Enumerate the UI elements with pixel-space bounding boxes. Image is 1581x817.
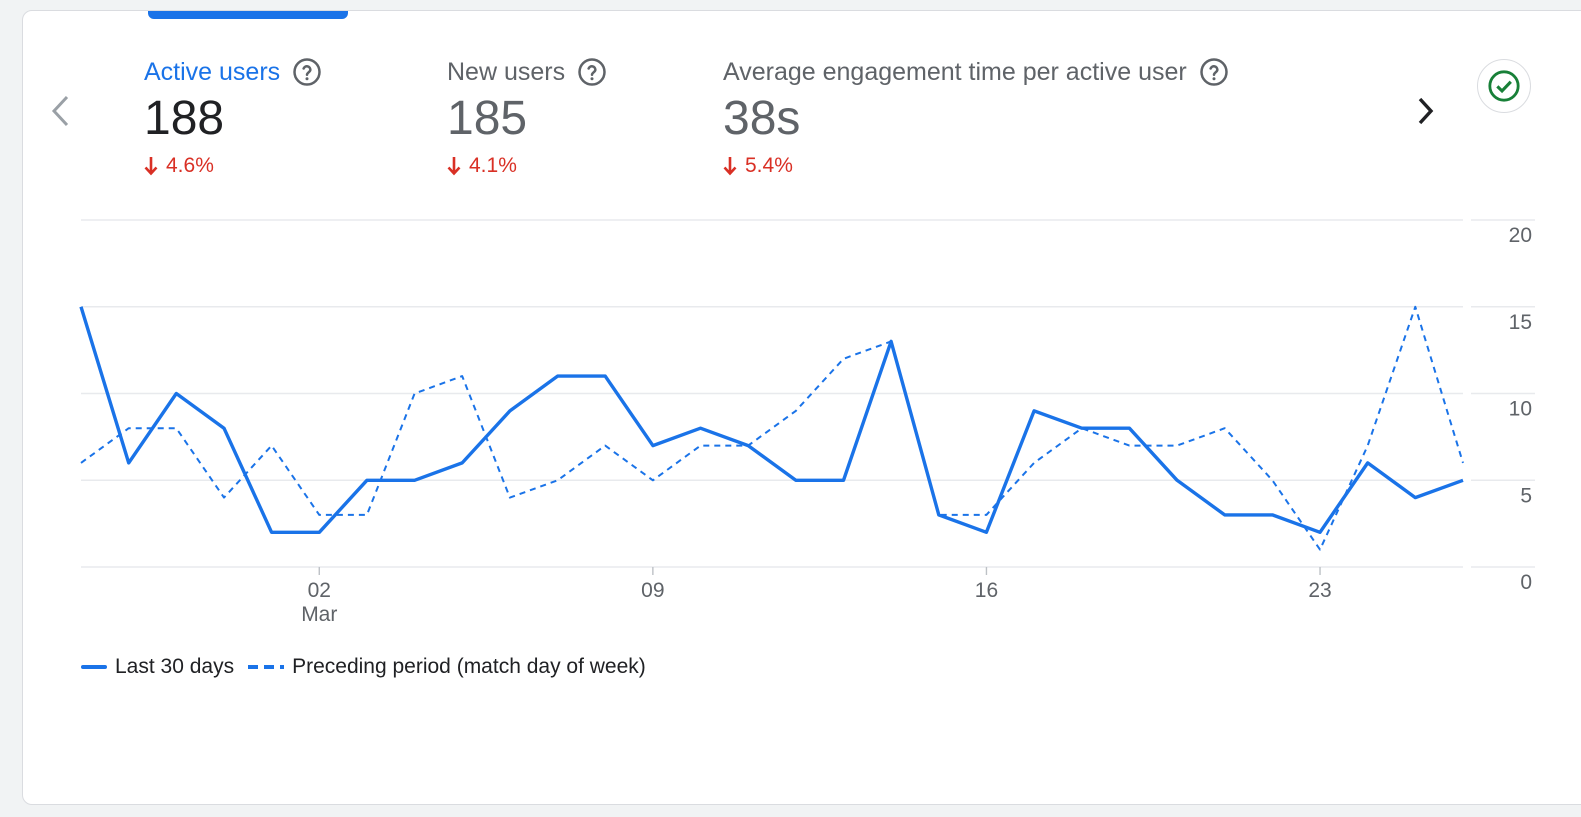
active-users-card: Active users 188 4.6% New users 185 4.1%… [22,10,1581,805]
y-tick-label: 5 [1520,484,1532,507]
x-tick-label: 09 [641,579,664,602]
y-tick-label: 15 [1509,311,1532,334]
chart-legend: Last 30 days Preceding period (match day… [81,655,660,679]
series-line-preceding-period [80,305,1464,551]
x-tick-label: 23 [1308,579,1331,602]
legend-label-previous: Preceding period (match day of week) [292,655,646,678]
y-tick-label: 20 [1509,224,1532,247]
legend-label-current: Last 30 days [115,655,235,678]
legend-item-current[interactable]: Last 30 days [81,655,234,679]
x-tick-label: 16 [975,579,998,602]
x-tick-sublabel: Mar [301,603,337,626]
y-tick-label: 0 [1520,571,1532,594]
x-tick-label: 02 [308,579,331,602]
legend-item-previous[interactable]: Preceding period (match day of week) [248,655,646,679]
users-line-chart: 0 5 10 15 20 02Mar 09 16 23 [79,219,1535,626]
legend-swatch-solid [81,665,107,669]
y-tick-label: 10 [1509,398,1532,421]
series-line-last-30-days [79,306,1464,534]
legend-swatch-dashed [248,665,285,669]
